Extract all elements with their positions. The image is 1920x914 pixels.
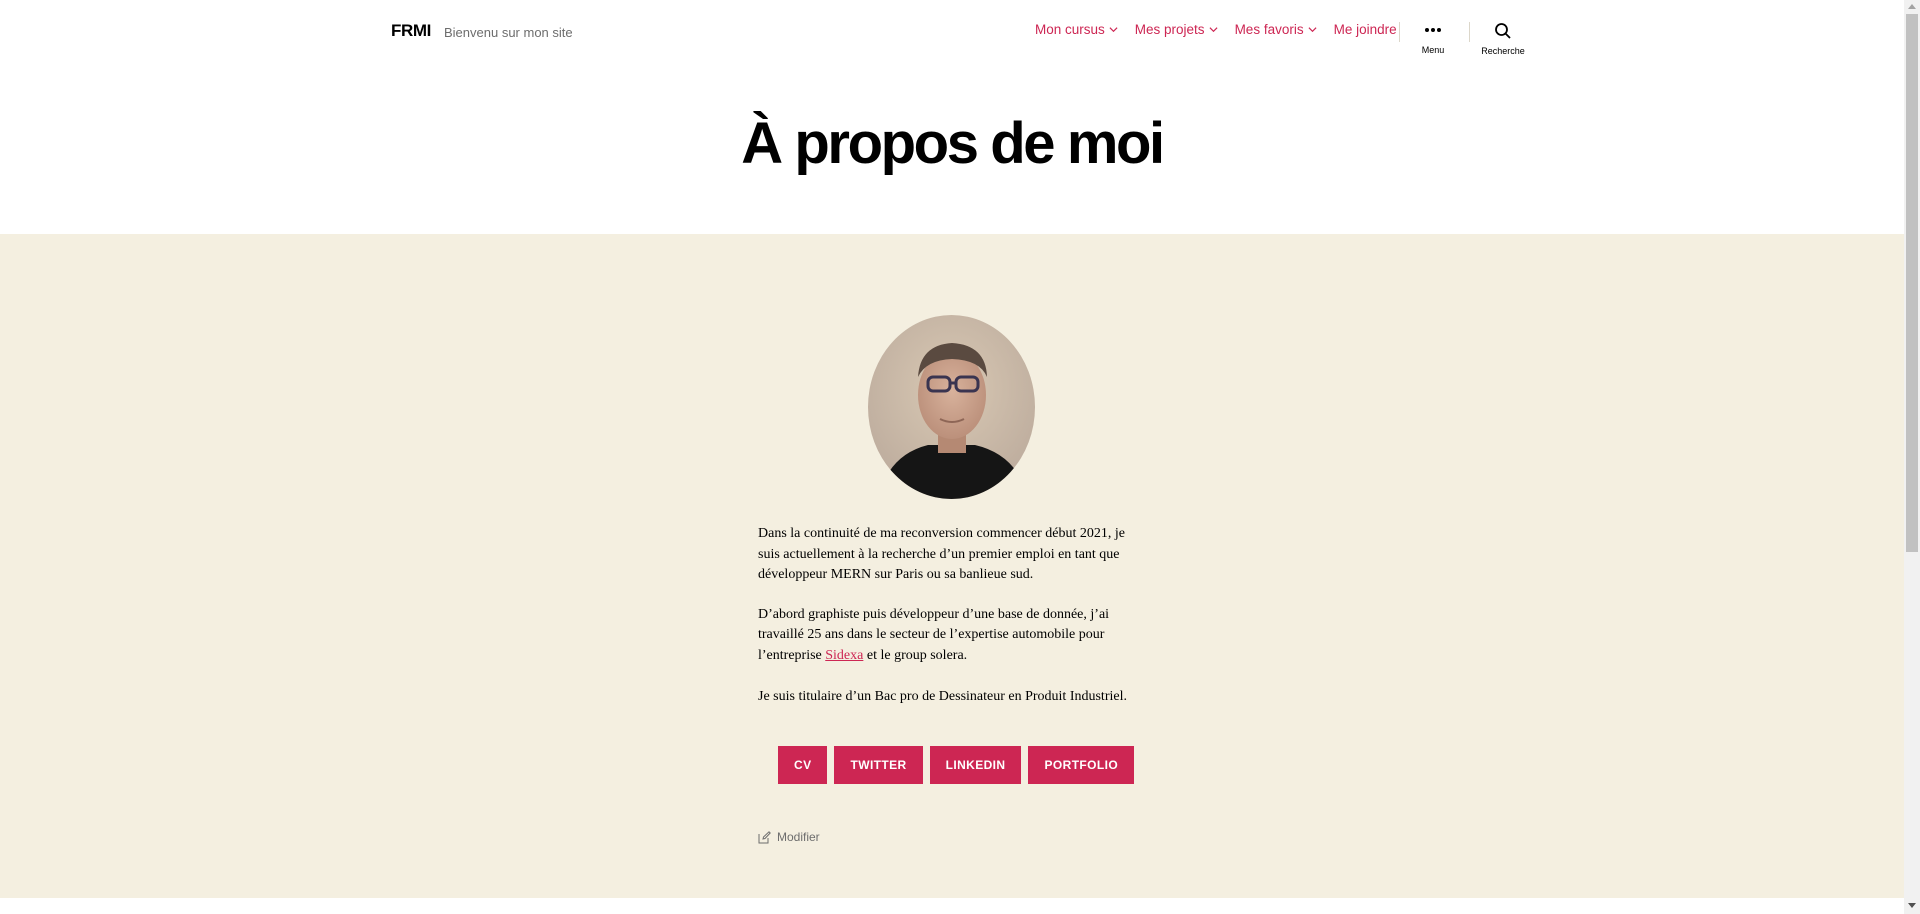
chevron-down-icon bbox=[1109, 27, 1118, 33]
page-title: À propos de moi bbox=[741, 111, 1165, 176]
paragraph: D’abord graphiste puis développeur d’une… bbox=[758, 605, 1148, 667]
chevron-down-icon bbox=[1209, 27, 1218, 33]
nav-divider bbox=[1399, 22, 1400, 42]
nav-item-label: Mes projets bbox=[1134, 22, 1205, 37]
search-icon bbox=[1495, 23, 1511, 39]
more-dots-icon bbox=[1425, 28, 1441, 32]
about-text: Dans la continuité de ma reconversion co… bbox=[758, 524, 1148, 727]
paragraph: Dans la continuité de ma reconversion co… bbox=[758, 526, 1125, 582]
chevron-down-icon bbox=[1308, 27, 1317, 33]
nav-item-me-joindre[interactable]: Me joindre bbox=[1334, 22, 1397, 37]
nav-divider bbox=[1469, 22, 1470, 42]
linkedin-button[interactable]: LINKEDIN bbox=[929, 746, 1022, 784]
site-title[interactable]: FRMI bbox=[391, 21, 431, 41]
search-label: Recherche bbox=[1481, 46, 1525, 56]
primary-nav: Mon cursus Mes projets Mes favoris Me jo… bbox=[1035, 22, 1414, 37]
scroll-down-arrow[interactable] bbox=[1908, 903, 1916, 908]
edit-label: Modifier bbox=[777, 830, 820, 844]
site-header: FRMI Bienvenu sur mon site Mon cursus Me… bbox=[0, 0, 1904, 75]
edit-link[interactable]: Modifier bbox=[758, 830, 820, 844]
scrollbar-thumb[interactable] bbox=[1906, 14, 1918, 552]
nav-item-mon-cursus[interactable]: Mon cursus bbox=[1035, 22, 1118, 37]
nav-item-mes-favoris[interactable]: Mes favoris bbox=[1235, 22, 1317, 37]
nav-item-label: Mes favoris bbox=[1234, 22, 1304, 37]
profile-photo bbox=[868, 315, 1035, 499]
nav-item-label: Me joindre bbox=[1333, 22, 1397, 37]
search-toggle-button[interactable]: Recherche bbox=[1473, 22, 1533, 56]
edit-icon bbox=[758, 830, 771, 843]
menu-label: Menu bbox=[1421, 45, 1445, 55]
nav-item-label: Mon cursus bbox=[1035, 22, 1105, 37]
nav-item-mes-projets[interactable]: Mes projets bbox=[1135, 22, 1218, 37]
profile-photo-image bbox=[868, 315, 1035, 499]
portfolio-button[interactable]: PORTFOLIO bbox=[1028, 746, 1135, 784]
paragraph-text: et le group solera. bbox=[863, 647, 968, 663]
paragraph: Je suis titulaire d’un Bac pro de Dessin… bbox=[758, 689, 1127, 704]
cv-button[interactable]: CV bbox=[778, 746, 828, 784]
scroll-up-arrow[interactable] bbox=[1908, 4, 1916, 9]
site-description: Bienvenu sur mon site bbox=[444, 25, 573, 40]
sidexa-link[interactable]: Sidexa bbox=[825, 648, 863, 663]
menu-toggle-button[interactable]: Menu bbox=[1403, 22, 1463, 55]
social-buttons: CV TWITTER LINKEDIN PORTFOLIO bbox=[778, 746, 1135, 784]
twitter-button[interactable]: TWITTER bbox=[834, 746, 923, 784]
